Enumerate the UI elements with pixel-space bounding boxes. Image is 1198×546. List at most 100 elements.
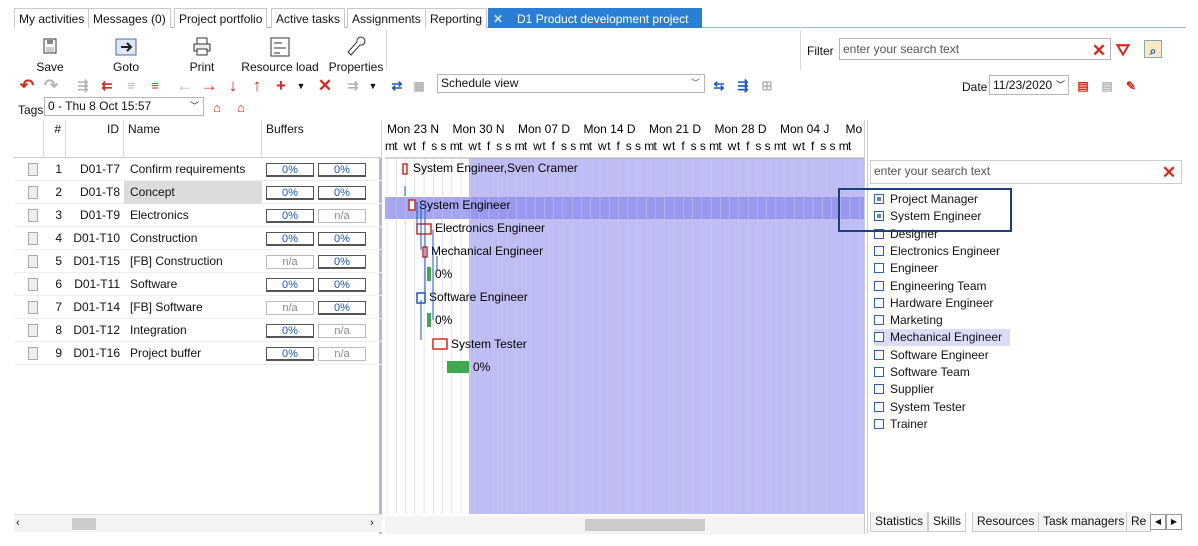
task-name[interactable]: Project buffer <box>124 342 262 365</box>
task-icon[interactable] <box>28 324 38 337</box>
properties-button[interactable]: Properties <box>326 36 386 74</box>
outdent-icon[interactable]: ⇇ <box>98 76 116 96</box>
skill-item[interactable]: Trainer <box>874 416 928 433</box>
tab-skills[interactable]: Skills <box>928 512 967 532</box>
skill-item[interactable]: Software Engineer <box>874 347 989 364</box>
save-button[interactable]: Save <box>30 36 70 74</box>
table-row[interactable]: 7 D01-T14 [FB] Software n/a 0% <box>14 296 382 319</box>
grid-header-id[interactable]: ID <box>66 120 124 158</box>
filter-input[interactable]: enter your search text <box>839 38 1111 60</box>
skill-checkbox[interactable] <box>874 332 884 343</box>
print-button[interactable]: Print <box>182 36 222 74</box>
table-row[interactable]: 1 D01-T7 Confirm requirements 0% 0% <box>14 158 382 181</box>
table-row[interactable]: 8 D01-T12 Integration 0% n/a <box>14 319 382 342</box>
chevron-down-icon[interactable]: ▼ <box>292 76 310 96</box>
arrow-right-icon[interactable]: → <box>200 76 218 96</box>
skill-item[interactable]: Engineer <box>874 260 938 277</box>
arrow-down-icon[interactable]: ↓ <box>224 76 242 96</box>
grid-header-num[interactable]: # <box>44 120 66 158</box>
tab-scroll-left-icon[interactable]: ◀ <box>1150 514 1166 530</box>
table-row[interactable]: 4 D01-T10 Construction 0% 0% <box>14 227 382 250</box>
calendar-today-icon[interactable]: ▤ <box>1098 76 1116 96</box>
task-name[interactable]: [FB] Construction <box>124 250 262 273</box>
search-icon[interactable]: ⌕ <box>1144 40 1162 58</box>
calendar-icon[interactable]: ▤ <box>1074 76 1092 96</box>
delete-icon[interactable]: ✕ <box>316 76 334 96</box>
tab-my-activities[interactable]: My activities <box>14 8 90 28</box>
task-icon[interactable] <box>28 278 38 291</box>
arrow-up-icon[interactable]: ↑ <box>248 76 266 96</box>
arrow-left-icon[interactable]: ← <box>176 76 194 96</box>
tab-task-managers[interactable]: Task managers <box>1038 512 1130 532</box>
schedule-icon[interactable]: ⇄ <box>388 76 406 96</box>
task-name[interactable]: Confirm requirements <box>124 158 262 181</box>
grid-header-buffers[interactable]: Buffers <box>262 120 382 158</box>
tags-select[interactable]: 0 - Thu 8 Oct 15:57 ﹀ <box>44 97 204 116</box>
clear-search-icon[interactable]: ✕ <box>1160 163 1178 183</box>
tab-active-tasks[interactable]: Active tasks <box>271 8 346 28</box>
table-row[interactable]: 3 D01-T9 Electronics 0% n/a <box>14 204 382 227</box>
task-icon[interactable] <box>28 232 38 245</box>
tab-project[interactable]: ✕ D1 Product development project <box>488 8 702 28</box>
skill-item[interactable]: Electronics Engineer <box>874 243 1000 260</box>
task-name[interactable]: Construction <box>124 227 262 250</box>
skill-checkbox[interactable] <box>874 367 884 377</box>
scroll-left-icon[interactable]: ‹ <box>16 517 20 529</box>
tab-scroll-right-icon[interactable]: ▶ <box>1166 514 1182 530</box>
tab-resources[interactable]: Resources <box>972 512 1040 532</box>
skill-item[interactable]: Engineering Team <box>874 278 987 295</box>
resource-load-button[interactable]: Resource load <box>240 36 320 74</box>
skill-checkbox[interactable] <box>874 384 884 395</box>
expand-icon[interactable]: ≡ <box>146 76 164 96</box>
skill-item[interactable]: Marketing <box>874 312 943 329</box>
skill-checkbox[interactable] <box>874 401 884 412</box>
chevron-down-icon[interactable]: ▼ <box>364 76 382 96</box>
task-icon[interactable] <box>28 163 38 176</box>
funnel-clear-icon[interactable]: ⛛ <box>1114 41 1132 61</box>
skill-item[interactable]: System Tester <box>874 399 966 416</box>
skill-checkbox[interactable] <box>874 297 884 308</box>
tag-remove-icon[interactable]: ⌂ <box>232 98 250 118</box>
pencil-icon[interactable]: ✎ <box>1122 76 1140 96</box>
table-row[interactable]: 6 D01-T11 Software 0% 0% <box>14 273 382 296</box>
task-name[interactable]: Software <box>124 273 262 296</box>
view-select[interactable]: Schedule view ﹀ <box>437 74 705 93</box>
tab-project-portfolio[interactable]: Project portfolio <box>174 8 268 28</box>
scroll-right-icon[interactable]: › <box>370 517 374 529</box>
close-tab-icon[interactable]: ✕ <box>493 9 507 29</box>
skill-item[interactable]: Software Team <box>874 364 970 381</box>
scroll-thumb[interactable] <box>72 518 96 530</box>
skill-checkbox[interactable] <box>874 280 884 291</box>
task-icon[interactable] <box>28 347 38 360</box>
table-row[interactable]: 2 D01-T8 Concept 0% 0% <box>14 181 382 204</box>
goto-button[interactable]: Goto <box>106 36 146 74</box>
task-icon[interactable] <box>28 255 38 268</box>
skill-checkbox[interactable] <box>874 315 884 326</box>
table-row[interactable]: 5 D01-T15 [FB] Construction n/a 0% <box>14 250 382 273</box>
add-icon[interactable]: + <box>272 76 290 96</box>
skill-checkbox[interactable] <box>874 349 884 360</box>
collapse-icon[interactable]: ≡ <box>122 76 140 96</box>
grid-header-name[interactable]: Name <box>124 120 262 158</box>
tag-icon[interactable]: ⌂ <box>208 98 226 118</box>
zoom-in-icon[interactable]: ⇆ <box>710 76 728 96</box>
indent-icon[interactable]: ⇶ <box>74 76 92 96</box>
skill-checkbox[interactable] <box>874 263 884 274</box>
skill-item[interactable]: Hardware Engineer <box>874 295 993 312</box>
skill-item[interactable]: Mechanical Engineer <box>874 329 1010 347</box>
task-icon[interactable] <box>28 186 38 199</box>
horizontal-scrollbar[interactable]: ‹ › <box>14 514 382 532</box>
task-icon[interactable] <box>28 301 38 314</box>
task-name[interactable]: Integration <box>124 319 262 342</box>
skill-checkbox[interactable] <box>874 245 884 256</box>
tab-assignments[interactable]: Assignments <box>347 8 426 28</box>
skills-search-input[interactable]: enter your search text <box>870 160 1182 184</box>
task-name[interactable]: Electronics <box>124 204 262 227</box>
link-icon[interactable]: ⇉ <box>344 76 362 96</box>
task-icon[interactable] <box>28 209 38 222</box>
undo-icon[interactable]: ↶ <box>18 76 36 96</box>
critical-path-icon[interactable]: ▦ <box>410 76 428 96</box>
task-name[interactable]: [FB] Software <box>124 296 262 319</box>
zoom-out-icon[interactable]: ⇶ <box>734 76 752 96</box>
clear-filter-icon[interactable]: ✕ <box>1090 41 1108 61</box>
